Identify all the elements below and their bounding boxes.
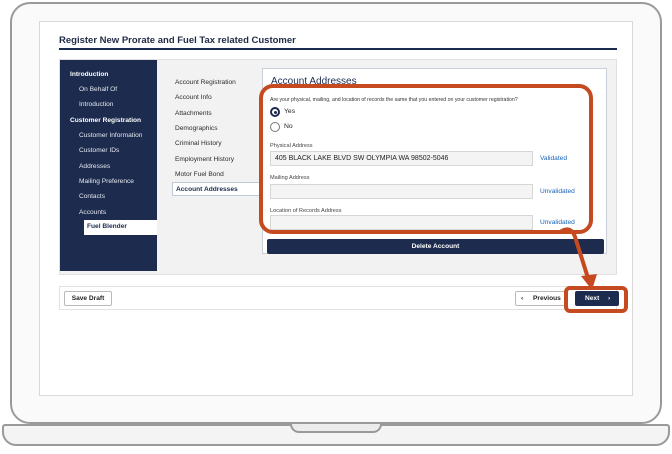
annotation-arrow [558, 227, 597, 290]
